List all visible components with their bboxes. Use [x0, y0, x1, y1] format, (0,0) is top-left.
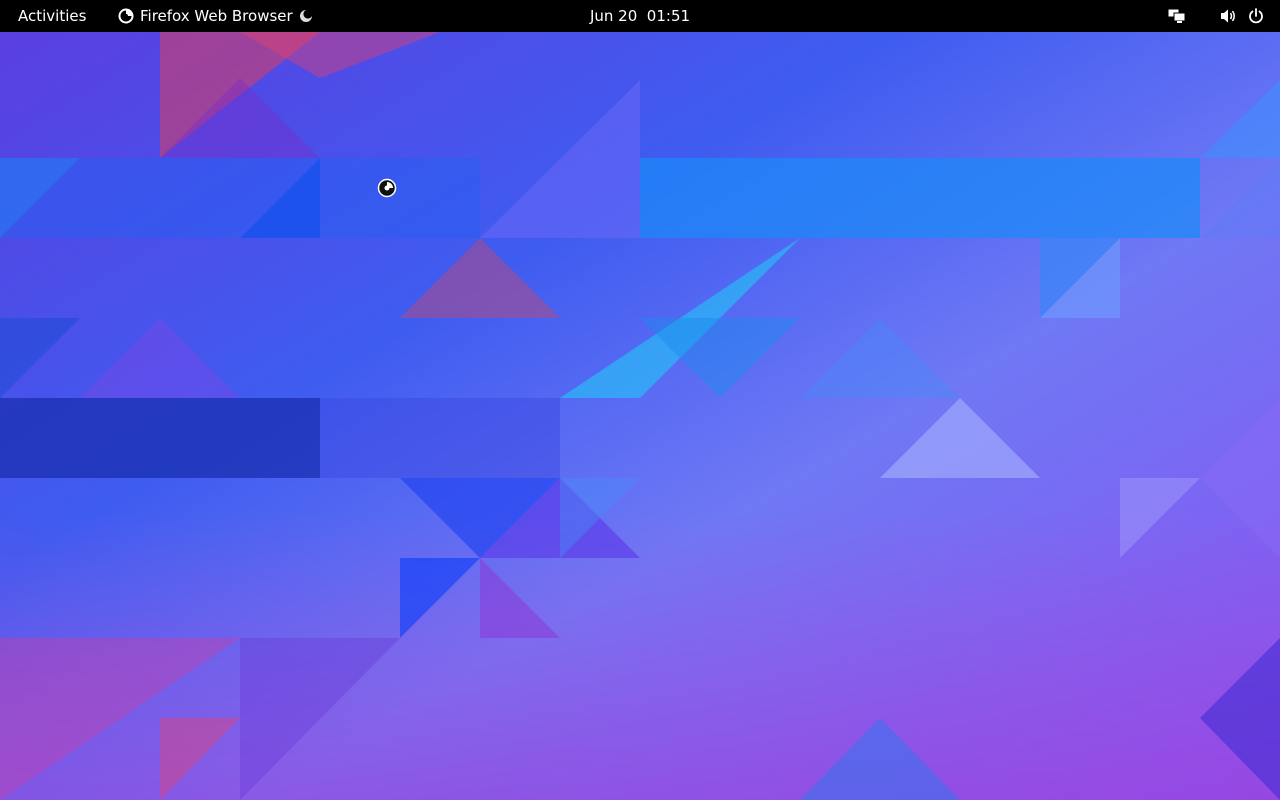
top-bar: Activities Firefox Web Browser Jun 20 01…: [0, 0, 1280, 32]
volume-icon: [1220, 0, 1238, 32]
app-name-label: Firefox Web Browser: [140, 7, 293, 25]
app-menu-button[interactable]: Firefox Web Browser: [112, 0, 319, 32]
desktop-wallpaper: [0, 32, 1280, 800]
system-tray: [1164, 0, 1280, 32]
activities-button[interactable]: Activities: [8, 0, 96, 32]
date-label: Jun 20: [589, 7, 638, 25]
time-label: 01:51: [646, 7, 691, 25]
firefox-icon: [118, 8, 134, 24]
spinner-icon: [299, 9, 313, 23]
system-menu-button[interactable]: [1214, 0, 1280, 32]
mouse-cursor: [377, 178, 397, 198]
network-icon[interactable]: [1164, 0, 1190, 32]
power-icon: [1248, 0, 1264, 32]
clock-button[interactable]: Jun 20 01:51: [580, 0, 700, 32]
